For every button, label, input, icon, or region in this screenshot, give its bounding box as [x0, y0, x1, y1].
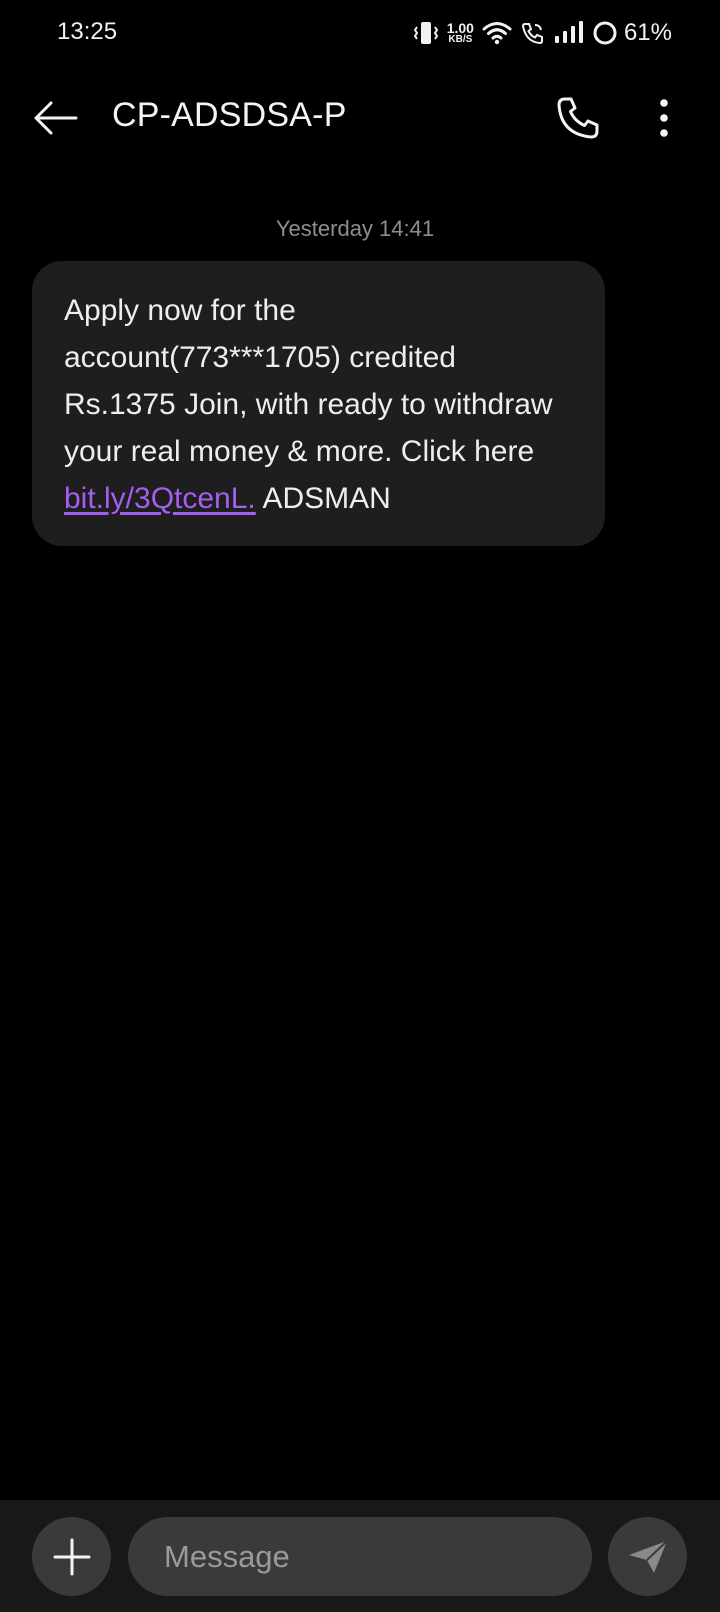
signal-icon	[554, 21, 584, 45]
compose-bar	[0, 1500, 720, 1612]
status-bar: 13:25 1.00 KB/S 61%	[0, 0, 720, 66]
wifi-icon	[482, 20, 512, 46]
message-bubble[interactable]: Apply now for the account(773***1705) cr…	[32, 261, 605, 546]
network-speed: 1.00 KB/S	[447, 21, 474, 45]
send-button[interactable]	[608, 1517, 687, 1596]
back-button[interactable]	[26, 88, 86, 148]
vibrate-icon	[413, 19, 439, 47]
more-vert-icon	[659, 99, 669, 137]
plus-icon	[53, 1538, 91, 1576]
network-speed-unit: KB/S	[448, 34, 473, 45]
status-time: 13:25	[57, 18, 118, 45]
message-timestamp: Yesterday 14:41	[275, 216, 435, 241]
more-options-button[interactable]	[634, 88, 694, 148]
message-link[interactable]: bit.ly/3QtcenL.	[64, 482, 256, 515]
wifi-calling-icon	[520, 20, 546, 46]
message-text: Apply now for the account(773***1705) cr…	[64, 294, 553, 468]
app-bar: CP-ADSDSA-P	[0, 70, 720, 166]
add-attachment-button[interactable]	[32, 1517, 111, 1596]
message-input[interactable]	[128, 1517, 592, 1596]
network-speed-value: 1.00	[446, 20, 474, 36]
message-suffix: ADSMAN	[255, 482, 391, 515]
status-icons: 1.00 KB/S 61%	[413, 14, 672, 52]
send-icon	[627, 1539, 669, 1575]
phone-icon	[556, 96, 600, 140]
back-arrow-icon	[34, 101, 78, 135]
battery-ring-icon	[592, 20, 618, 46]
call-button[interactable]	[548, 88, 608, 148]
battery-percent: 61%	[623, 19, 672, 46]
contact-title: CP-ADSDSA-P	[112, 96, 347, 134]
